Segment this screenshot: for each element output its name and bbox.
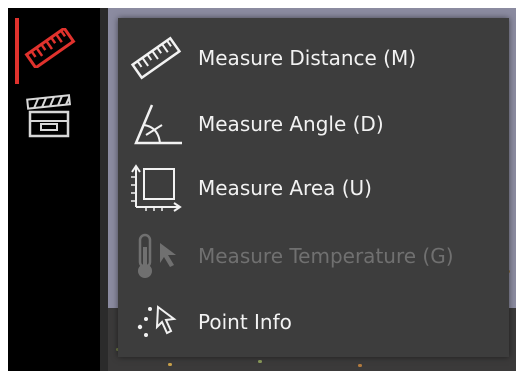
menu-item-label: Point Info	[198, 310, 292, 334]
menu-item-label: Measure Distance (M)	[198, 46, 417, 70]
sidebar-divider	[100, 8, 108, 371]
menu-item-label: Measure Angle (D)	[198, 112, 384, 136]
viewport-speck	[258, 360, 262, 363]
clapperboard-tool-button[interactable]	[18, 92, 82, 144]
menu-item-label: Measure Temperature (G)	[198, 244, 454, 268]
ruler-icon	[23, 26, 77, 72]
menu-item-measure-angle[interactable]: Measure Angle (D)	[118, 92, 509, 156]
menu-item-measure-area[interactable]: Measure Area (U)	[118, 156, 509, 220]
measure-menu: Measure Distance (M) Measure Angle (D) M…	[118, 18, 509, 357]
viewport-speck	[168, 363, 172, 366]
clapperboard-icon	[22, 93, 78, 143]
area-icon	[128, 160, 184, 216]
menu-item-point-info[interactable]: Point Info	[118, 290, 509, 354]
menu-item-measure-distance[interactable]: Measure Distance (M)	[118, 26, 509, 90]
angle-icon	[128, 96, 184, 152]
measure-tool-button[interactable]	[18, 24, 82, 76]
viewport-speck	[358, 364, 362, 367]
menu-item-label: Measure Area (U)	[198, 176, 372, 200]
thermometer-icon	[128, 228, 184, 284]
ruler-icon	[128, 30, 184, 86]
menu-item-measure-temperature[interactable]: Measure Temperature (G)	[118, 224, 509, 288]
point-info-icon	[128, 294, 184, 350]
